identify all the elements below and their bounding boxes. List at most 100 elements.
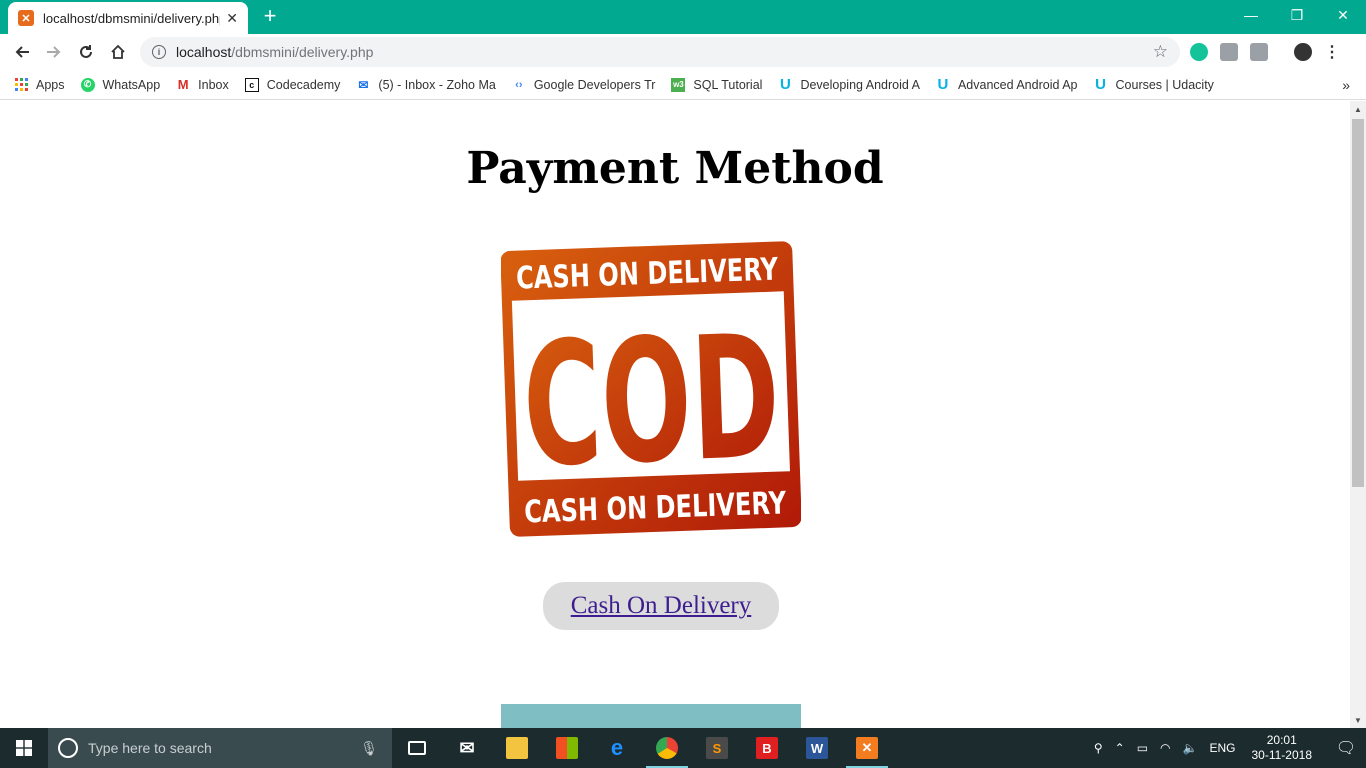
forward-arrow-icon [47, 46, 61, 58]
mail-icon: ✉ [459, 737, 475, 758]
address-bar[interactable]: i localhost/dbmsmini/delivery.php ☆ [140, 37, 1180, 67]
extension-icon[interactable] [1220, 43, 1238, 61]
profile-avatar[interactable] [1294, 43, 1312, 61]
next-section-block [501, 704, 801, 728]
bookmark-developing-android[interactable]: U Developing Android A [778, 76, 920, 93]
clock[interactable]: 20:01 30-11-2018 [1252, 733, 1313, 763]
bookmark-star-icon[interactable]: ☆ [1153, 42, 1168, 62]
cash-on-delivery-button[interactable]: Cash On Delivery [543, 582, 779, 630]
reload-icon [80, 45, 92, 58]
taskbar-sublime[interactable]: S [692, 728, 742, 768]
people-icon[interactable]: ⚲ [1094, 741, 1103, 755]
scroll-down-icon[interactable]: ▼ [1350, 712, 1366, 728]
extension-icons: ⋮ [1190, 42, 1340, 62]
clock-time: 20:01 [1266, 733, 1297, 747]
edge-icon: e [610, 735, 624, 760]
xampp-icon: ✕ [856, 737, 878, 759]
bookmark-sql-tutorial[interactable]: w3 SQL Tutorial [671, 77, 762, 92]
new-tab-button[interactable]: + [258, 4, 282, 28]
taskbar-file-explorer[interactable] [492, 728, 542, 768]
minimize-button[interactable]: — [1228, 0, 1274, 30]
menu-kebab-icon[interactable]: ⋮ [1324, 42, 1340, 62]
back-button[interactable] [6, 36, 38, 68]
file-explorer-icon [506, 737, 528, 759]
bookmark-codecademy[interactable]: c Codecademy [244, 77, 340, 92]
w3schools-icon: w3 [671, 77, 686, 92]
taskbar-brave[interactable]: B [742, 728, 792, 768]
cortana-icon [58, 738, 78, 758]
bookmark-label: Advanced Android Ap [957, 77, 1078, 92]
bookmark-whatsapp[interactable]: ✆ WhatsApp [80, 77, 161, 92]
stamp-center-text: COD [520, 299, 783, 506]
bookmark-advanced-android[interactable]: U Advanced Android Ap [936, 76, 1078, 93]
udacity-icon: U [937, 76, 949, 93]
word-icon: W [806, 737, 828, 759]
bookmark-inbox[interactable]: M Inbox [176, 77, 229, 92]
udacity-icon: U [780, 76, 791, 93]
battery-icon[interactable]: ▭ [1137, 741, 1148, 755]
store-icon [556, 737, 578, 759]
extension-icon[interactable] [1250, 43, 1268, 61]
bookmark-label: (5) - Inbox - Zoho Ma [378, 77, 496, 92]
tray-chevron-icon[interactable]: ⌃ [1115, 741, 1125, 755]
taskbar-xampp[interactable]: ✕ [842, 728, 892, 768]
taskbar-mail[interactable]: ✉ [442, 728, 492, 768]
tab-close-icon[interactable]: ✕ [226, 10, 238, 27]
volume-icon[interactable]: 🔈 [1183, 741, 1198, 755]
url-path: /dbmsmini/delivery.php [231, 44, 374, 60]
home-icon [111, 44, 125, 59]
xampp-favicon-icon: ✕ [18, 10, 34, 26]
active-tab[interactable]: ✕ localhost/dbmsmini/delivery.php ✕ [8, 2, 248, 34]
taskbar-word[interactable]: W [792, 728, 842, 768]
reload-button[interactable] [70, 36, 102, 68]
taskbar-search[interactable]: Type here to search 🎙 [48, 728, 392, 768]
taskbar-chrome[interactable] [642, 728, 692, 768]
zoho-mail-icon: ✉ [358, 77, 369, 92]
bookmarks-overflow-icon[interactable]: » [1342, 77, 1350, 93]
windows-logo-icon [16, 740, 32, 756]
tab-title: localhost/dbmsmini/delivery.php [43, 10, 221, 26]
taskbar-edge[interactable]: e [592, 728, 642, 768]
task-view-icon [408, 741, 426, 755]
cash-on-delivery-link[interactable]: Cash On Delivery [571, 592, 752, 620]
forward-button[interactable] [38, 36, 70, 68]
microphone-icon[interactable]: 🎙 [360, 740, 378, 757]
url-host: localhost [176, 44, 232, 60]
close-window-button[interactable]: ✕ [1320, 0, 1366, 30]
page-scrollbar[interactable]: ▲ ▼ [1350, 101, 1366, 728]
scroll-up-icon[interactable]: ▲ [1350, 101, 1366, 117]
windows-taskbar: Type here to search 🎙 ✉ e S B W ✕ ⚲ ⌃ ▭ … [0, 728, 1366, 768]
bookmarks-bar: Apps ✆ WhatsApp M Inbox c Codecademy ✉ (… [0, 70, 1366, 100]
bookmark-courses-udacity[interactable]: U Courses | Udacity [1094, 76, 1214, 93]
bookmark-label: Apps [36, 77, 65, 92]
sublime-text-icon: S [706, 737, 728, 759]
taskbar-store[interactable] [542, 728, 592, 768]
bookmark-apps[interactable]: Apps [14, 78, 65, 92]
back-arrow-icon [15, 46, 29, 58]
system-tray: ⚲ ⌃ ▭ ◠ 🔈 ENG 20:01 30-11-2018 🗨 [1088, 728, 1366, 768]
bookmark-label: Developing Android A [800, 77, 920, 92]
wifi-icon[interactable]: ◠ [1160, 741, 1170, 755]
bookmark-zoho-mail[interactable]: ✉ (5) - Inbox - Zoho Ma [356, 78, 495, 92]
url-text[interactable]: localhost/dbmsmini/delivery.php [176, 44, 1153, 60]
page-title: Payment Method [466, 143, 884, 194]
restore-button[interactable]: ❐ [1274, 0, 1320, 30]
brave-icon: B [756, 737, 778, 759]
home-button[interactable] [102, 36, 134, 68]
codecademy-icon: c [244, 77, 259, 92]
info-icon[interactable]: i [152, 45, 166, 59]
google-developers-icon: ‹› [515, 78, 523, 91]
window-controls: — ❐ ✕ [1228, 0, 1366, 30]
action-center-icon[interactable]: 🗨 [1326, 728, 1366, 768]
grammarly-icon[interactable] [1190, 43, 1208, 61]
whatsapp-icon: ✆ [80, 77, 95, 92]
bookmark-label: WhatsApp [102, 77, 161, 92]
scroll-thumb[interactable] [1352, 119, 1364, 487]
language-indicator[interactable]: ENG [1209, 741, 1235, 755]
taskbar-search-placeholder: Type here to search [88, 740, 212, 756]
bookmark-label: Courses | Udacity [1115, 77, 1214, 92]
task-view-button[interactable] [392, 728, 442, 768]
clock-date: 30-11-2018 [1251, 748, 1313, 762]
start-button[interactable] [0, 728, 48, 768]
bookmark-google-developers[interactable]: ‹› Google Developers Tr [512, 78, 655, 92]
